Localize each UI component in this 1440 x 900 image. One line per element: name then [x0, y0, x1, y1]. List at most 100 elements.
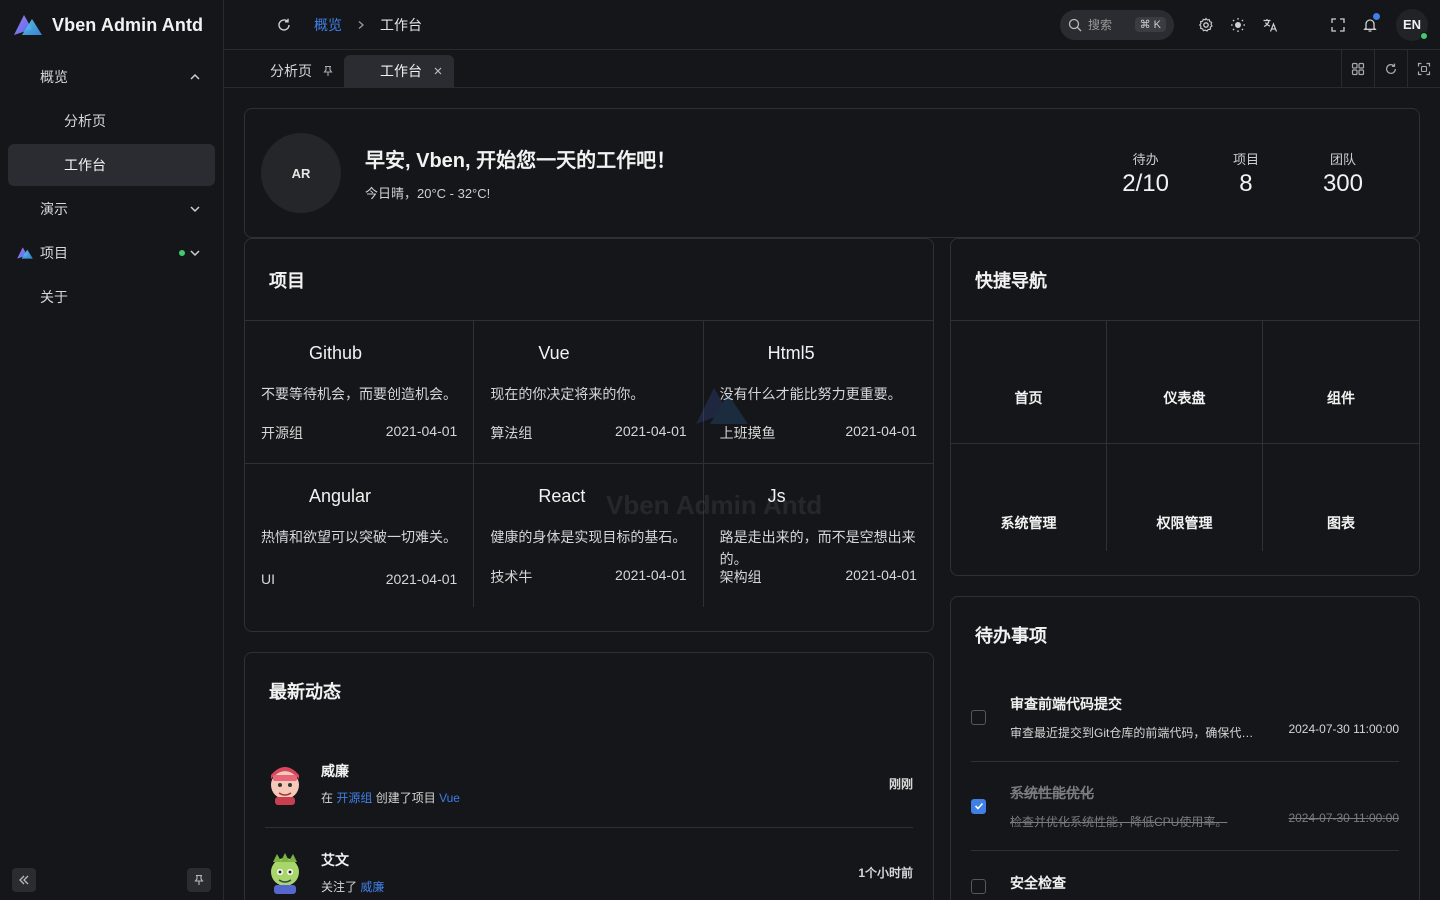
- theme-toggle-button[interactable]: [1222, 9, 1254, 41]
- stat-label: 团队: [1329, 151, 1356, 167]
- project-desc: 现在的你决定将来的你。: [490, 386, 645, 402]
- todo-item: 安全检查: [971, 851, 1399, 900]
- activity-link-project[interactable]: Vue: [439, 791, 460, 805]
- project-item[interactable]: Github 不要等待机会，而要创造机会。 开源组 2021-04-01: [245, 321, 475, 464]
- quick-nav-charts[interactable]: 图表: [1263, 444, 1419, 551]
- pin-sidebar-button[interactable]: [187, 868, 211, 892]
- project-name: Vue: [538, 342, 570, 363]
- refresh-icon: [278, 18, 290, 31]
- quick-nav-grid: 首页 仪表盘 组件 系统管理 权限管理 图表: [951, 321, 1419, 551]
- tab-analytics[interactable]: 分析页: [224, 55, 344, 88]
- language-button[interactable]: [1254, 9, 1286, 41]
- activity-body: 威廉 在 开源组 创建了项目 Vue: [321, 761, 889, 806]
- activity-list: 威廉 在 开源组 创建了项目 Vue 刚刚 艾文 关注了 威廉 1个小时前: [245, 729, 933, 900]
- collapse-sidebar-button[interactable]: [12, 868, 36, 892]
- todo-checkbox-checked[interactable]: [971, 798, 986, 814]
- tab-layout-button[interactable]: [1341, 49, 1374, 88]
- project-date: 2021-04-01: [615, 423, 687, 439]
- quick-nav-card: 快捷导航 首页 仪表盘 组件 系统管理 权限管理 图表: [950, 238, 1420, 576]
- project-desc: 热情和欲望可以突破一切难关。: [261, 529, 457, 545]
- cartoon-avatar-icon: [271, 853, 299, 894]
- tab-tools: [1341, 49, 1440, 88]
- sidebar-item-analytics[interactable]: 分析页: [8, 100, 215, 142]
- activity-prefix: 关注了: [321, 879, 358, 894]
- project-name: Github: [309, 342, 363, 363]
- todo-desc: 检查并优化系统性能，降低CPU使用率。: [1010, 814, 1228, 829]
- quick-nav-dashboard[interactable]: 仪表盘: [1107, 321, 1263, 444]
- activity-prefix: 在: [321, 790, 334, 805]
- todo-body: 审查前端代码提交 审查最近提交到Git仓库的前端代码，确保代码质量和规范。: [1010, 694, 1264, 741]
- sidebar-item-workspace[interactable]: 工作台: [8, 144, 215, 186]
- project-item[interactable]: Vue 现在的你决定将来的你。 算法组 2021-04-01: [474, 321, 704, 464]
- project-meta: 开源组 2021-04-01: [261, 423, 457, 443]
- todo-name: 系统性能优化: [1010, 784, 1094, 801]
- greeting-title: 早安, Vben, 开始您一天的工作吧！: [365, 150, 677, 172]
- settings-button[interactable]: [1190, 9, 1222, 41]
- activity-user: 威廉: [321, 762, 349, 779]
- tab-workspace[interactable]: 工作台: [344, 54, 454, 88]
- sidebar-item-project[interactable]: 项目: [8, 232, 215, 274]
- todo-card: 待办事项 审查前端代码提交 审查最近提交到Git仓库的前端代码，确保代码质量和规…: [950, 596, 1420, 900]
- breadcrumb-parent[interactable]: 概览: [314, 15, 342, 35]
- project-date: 2021-04-01: [845, 423, 917, 439]
- activity-middle: 创建了项目: [375, 790, 436, 805]
- sidebar-item-about[interactable]: 关于: [8, 276, 215, 318]
- search-button[interactable]: 搜索 ⌘ K: [1060, 9, 1174, 40]
- chevron-right-icon: [358, 20, 364, 29]
- stat-value: 300: [1322, 169, 1363, 197]
- search-icon: [1068, 18, 1082, 31]
- project-item[interactable]: React 健康的身体是实现目标的基石。 技术牛 2021-04-01: [474, 464, 704, 607]
- sidebar-item-label: 工作台: [64, 157, 106, 173]
- activity-time: 1个小时前: [858, 865, 913, 880]
- pin-icon[interactable]: [322, 65, 334, 77]
- stat-label: 项目: [1232, 151, 1259, 167]
- gear-icon: [1198, 17, 1213, 32]
- brand[interactable]: Vben Admin Antd: [0, 0, 223, 50]
- stat-value: 8: [1239, 169, 1253, 197]
- sidebar-menu: 概览 分析页 工作台 演示 项目 关于: [0, 50, 223, 326]
- projects-card: 项目 Github 不要等待机会，而要创造机会。 开源组 2021-04-01 …: [244, 238, 934, 632]
- user-avatar-button[interactable]: EN: [1396, 8, 1428, 41]
- stat-todo: 待办 2/10: [1122, 149, 1169, 198]
- quick-nav-home[interactable]: 首页: [951, 321, 1107, 444]
- project-item[interactable]: Html5 没有什么才能比努力更重要。 上班摸鱼 2021-04-01: [703, 321, 933, 464]
- greeting: 早安, Vben, 开始您一天的工作吧！ 今日晴，20°C - 32°C!: [365, 144, 676, 202]
- sidebar-footer: [0, 860, 223, 900]
- sidebar-item-demos[interactable]: 演示: [8, 188, 215, 230]
- vben-logo-icon: [17, 247, 33, 259]
- sidebar-item-overview[interactable]: 概览: [8, 56, 215, 98]
- fullscreen-button[interactable]: [1322, 9, 1354, 41]
- todo-checkbox[interactable]: [971, 879, 986, 894]
- close-icon[interactable]: [432, 65, 444, 77]
- activity-link-user[interactable]: 威廉: [360, 880, 384, 894]
- activity-text: 在 开源组 创建了项目 Vue: [321, 789, 889, 806]
- activity-item[interactable]: 威廉 在 开源组 创建了项目 Vue 刚刚: [265, 739, 913, 828]
- quick-nav-system[interactable]: 系统管理: [951, 444, 1107, 551]
- activity-body: 艾文 关注了 威廉: [321, 850, 858, 895]
- quick-nav-title: 快捷导航: [951, 239, 1419, 321]
- top-header: 概览 工作台 搜索 ⌘ K EN: [224, 0, 1440, 50]
- project-item[interactable]: Angular 热情和欲望可以突破一切难关。 UI 2021-04-01: [245, 464, 475, 607]
- greeting-weather: 今日晴，20°C - 32°C!: [365, 186, 491, 201]
- sun-icon: [1231, 17, 1245, 32]
- breadcrumb: 概览 工作台: [314, 15, 422, 35]
- project-meta: 算法组 2021-04-01: [490, 423, 686, 443]
- activity-user: 艾文: [321, 851, 349, 868]
- sidebar-item-label: 演示: [40, 201, 68, 217]
- refresh-button[interactable]: [268, 9, 300, 41]
- activity-item[interactable]: 艾文 关注了 威廉 1个小时前: [265, 828, 913, 900]
- todo-checkbox[interactable]: [971, 709, 986, 725]
- activity-link-group[interactable]: 开源组: [336, 791, 372, 805]
- quick-nav-permissions[interactable]: 权限管理: [1107, 444, 1263, 551]
- check-icon: [974, 802, 983, 810]
- stat-projects: 项目 8: [1233, 149, 1259, 198]
- fullscreen-icon: [1331, 17, 1345, 32]
- pin-icon: [194, 874, 204, 885]
- notifications-button[interactable]: [1354, 9, 1386, 41]
- quick-nav-components[interactable]: 组件: [1263, 321, 1419, 444]
- tab-refresh-button[interactable]: [1374, 49, 1407, 88]
- breadcrumb-current[interactable]: 工作台: [380, 15, 422, 35]
- todo-desc: 审查最近提交到Git仓库的前端代码，确保代码质量和规范。: [1010, 725, 1254, 740]
- project-item[interactable]: Js 路是走出来的，而不是空想出来的。 架构组 2021-04-01: [704, 464, 933, 607]
- tab-maximize-button[interactable]: [1407, 49, 1440, 88]
